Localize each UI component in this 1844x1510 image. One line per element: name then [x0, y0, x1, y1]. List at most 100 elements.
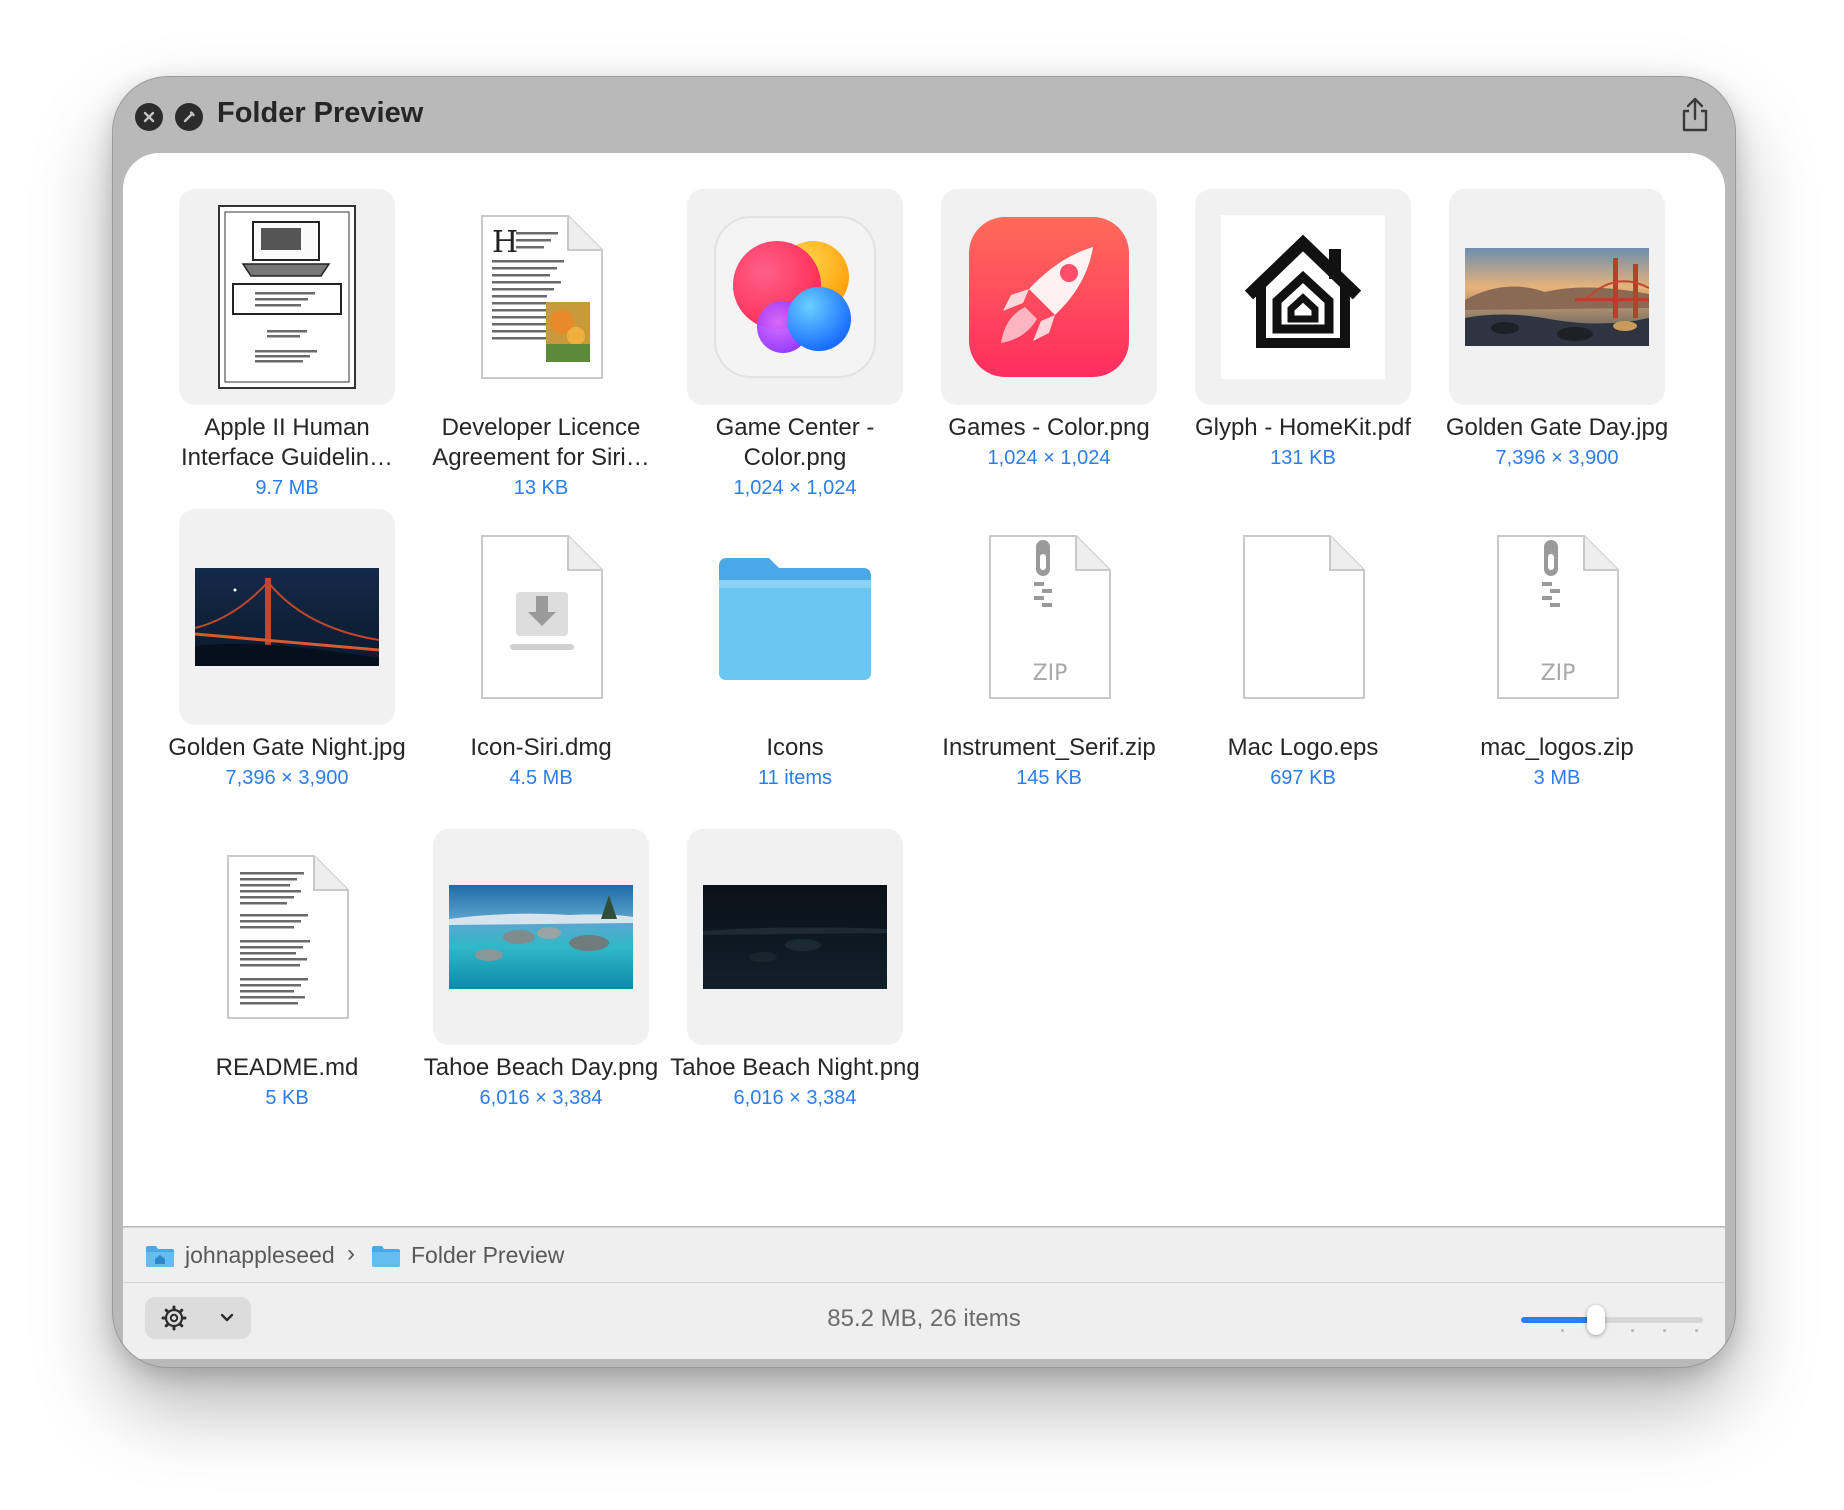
file-thumbnail[interactable]	[687, 829, 903, 1045]
zoom-tick	[1561, 1329, 1564, 1332]
zip-archive-icon: ZIP	[1492, 532, 1622, 702]
file-grid-area: Apple II Human Interface Guidelin… 9.7 MB…	[123, 153, 1725, 1226]
folder-icon	[372, 1245, 400, 1267]
path-separator: ›	[347, 1240, 355, 1267]
path-crumb-label: johnappleseed	[185, 1242, 335, 1268]
file-meta: 11 items	[757, 767, 833, 789]
game-center-icon	[713, 215, 877, 379]
file-item[interactable]: Tahoe Beach Day.png 6,016 × 3,384	[413, 829, 658, 1149]
file-name: Instrument_Serif.zip	[942, 734, 1156, 761]
title-bar: Folder Preview	[113, 77, 1735, 153]
share-button[interactable]	[1677, 95, 1713, 135]
file-item[interactable]: Game Center - Color.png 1,024 × 1,024	[667, 189, 907, 509]
file-item[interactable]: Glyph - HomeKit.pdf 131 KB	[1175, 189, 1415, 509]
file-name: Game Center - Color.png	[715, 414, 875, 471]
file-meta: 1,024 × 1,024	[987, 447, 1111, 469]
file-thumbnail[interactable]	[179, 829, 395, 1045]
text-document-icon	[222, 852, 352, 1022]
file-thumbnail[interactable]	[1449, 189, 1665, 405]
status-summary: 85.2 MB, 26 items	[827, 1305, 1021, 1332]
file-name: Developer Licence Agreement for Siri…	[432, 414, 650, 471]
folder-icon	[715, 552, 875, 682]
file-name: Icons	[766, 734, 824, 761]
close-button[interactable]	[135, 103, 163, 131]
homekit-glyph-icon	[1221, 215, 1385, 379]
file-thumbnail[interactable]	[179, 509, 395, 725]
path-crumb-current[interactable]: Folder Preview	[371, 1242, 564, 1269]
share-icon	[1682, 97, 1708, 132]
file-thumbnail[interactable]	[687, 509, 903, 725]
file-thumbnail[interactable]	[941, 189, 1157, 405]
close-icon	[143, 111, 155, 123]
file-thumbnail[interactable]	[433, 509, 649, 725]
path-bar: johnappleseed › Folder Preview	[123, 1227, 1725, 1283]
file-thumbnail[interactable]: H	[433, 189, 649, 405]
file-name: Tahoe Beach Day.png	[423, 1054, 659, 1081]
path-crumb-home[interactable]: johnappleseed	[145, 1242, 335, 1269]
photo-golden-gate-night-icon	[195, 568, 379, 666]
svg-text:H: H	[492, 225, 518, 260]
file-meta: 131 KB	[1270, 447, 1336, 469]
file-name: Tahoe Beach Night.png	[670, 1054, 920, 1081]
file-item[interactable]: ZIP Instrument_Serif.zip 145 KB	[921, 509, 1161, 829]
zip-archive-icon: ZIP	[984, 532, 1114, 702]
file-item[interactable]: Tahoe Beach Night.png 6,016 × 3,384	[667, 829, 920, 1149]
file-item[interactable]: Icons 11 items	[667, 509, 907, 829]
file-item[interactable]: Golden Gate Day.jpg 7,396 × 3,900	[1429, 189, 1669, 509]
status-bar: 85.2 MB, 26 items	[123, 1283, 1725, 1359]
file-name: README.md	[215, 1054, 359, 1081]
file-thumbnail[interactable]: ZIP	[1449, 509, 1665, 725]
file-item[interactable]: README.md 5 KB	[159, 829, 399, 1149]
games-rocket-icon	[967, 215, 1131, 379]
file-thumbnail[interactable]	[433, 829, 649, 1045]
file-thumbnail[interactable]	[1195, 509, 1411, 725]
file-item[interactable]: ZIP mac_logos.zip 3 MB	[1429, 509, 1669, 829]
file-meta: 1,024 × 1,024	[733, 477, 857, 499]
file-meta: 3 MB	[1533, 767, 1581, 789]
file-item[interactable]: Mac Logo.eps 697 KB	[1175, 509, 1415, 829]
file-thumbnail[interactable]	[687, 189, 903, 405]
file-item[interactable]: H Developer Licence Agreement for Siri… 13…	[413, 189, 653, 509]
file-meta: 7,396 × 3,900	[225, 767, 349, 789]
file-meta: 6,016 × 3,384	[479, 1087, 603, 1109]
file-name: Golden Gate Day.jpg	[1445, 414, 1669, 441]
file-meta: 9.7 MB	[255, 477, 319, 499]
file-name: Glyph - HomeKit.pdf	[1194, 414, 1412, 441]
file-item[interactable]: Icon-Siri.dmg 4.5 MB	[413, 509, 653, 829]
edit-button[interactable]	[175, 103, 203, 131]
zoom-tick	[1663, 1329, 1666, 1332]
file-thumbnail[interactable]	[1195, 189, 1411, 405]
file-meta: 4.5 MB	[509, 767, 573, 789]
svg-text:ZIP: ZIP	[1541, 661, 1576, 686]
file-item[interactable]: Golden Gate Night.jpg 7,396 × 3,900	[159, 509, 406, 829]
photo-golden-gate-day-icon	[1465, 248, 1649, 346]
file-meta: 13 KB	[513, 477, 569, 499]
disk-image-icon	[476, 532, 606, 702]
file-name: Apple II Human Interface Guidelin…	[180, 414, 394, 471]
file-meta: 697 KB	[1270, 767, 1336, 789]
document-thumbnail-icon	[217, 204, 357, 390]
file-name: mac_logos.zip	[1480, 734, 1634, 761]
file-item[interactable]: Apple II Human Interface Guidelin… 9.7 MB	[159, 189, 399, 509]
file-meta: 7,396 × 3,900	[1495, 447, 1619, 469]
photo-tahoe-day-icon	[449, 885, 633, 989]
zoom-tick	[1695, 1329, 1698, 1332]
zoom-slider-thumb[interactable]	[1586, 1305, 1605, 1335]
file-thumbnail[interactable]: ZIP	[941, 509, 1157, 725]
file-name: Icon-Siri.dmg	[470, 734, 612, 761]
file-name: Golden Gate Night.jpg	[168, 734, 406, 761]
zoom-slider-fill	[1521, 1317, 1596, 1323]
photo-tahoe-night-icon	[703, 885, 887, 989]
home-folder-icon	[146, 1245, 174, 1267]
file-name: Games - Color.png	[948, 414, 1150, 441]
svg-text:ZIP: ZIP	[1033, 661, 1068, 686]
file-meta: 5 KB	[265, 1087, 309, 1109]
file-name: Mac Logo.eps	[1227, 734, 1379, 761]
rich-text-document-icon: H	[476, 212, 606, 382]
file-thumbnail[interactable]	[179, 189, 395, 405]
zoom-slider[interactable]	[1521, 1305, 1703, 1335]
window-title: Folder Preview	[217, 97, 424, 129]
file-item[interactable]: Games - Color.png 1,024 × 1,024	[921, 189, 1161, 509]
file-meta: 6,016 × 3,384	[733, 1087, 857, 1109]
blank-document-icon	[1238, 532, 1368, 702]
